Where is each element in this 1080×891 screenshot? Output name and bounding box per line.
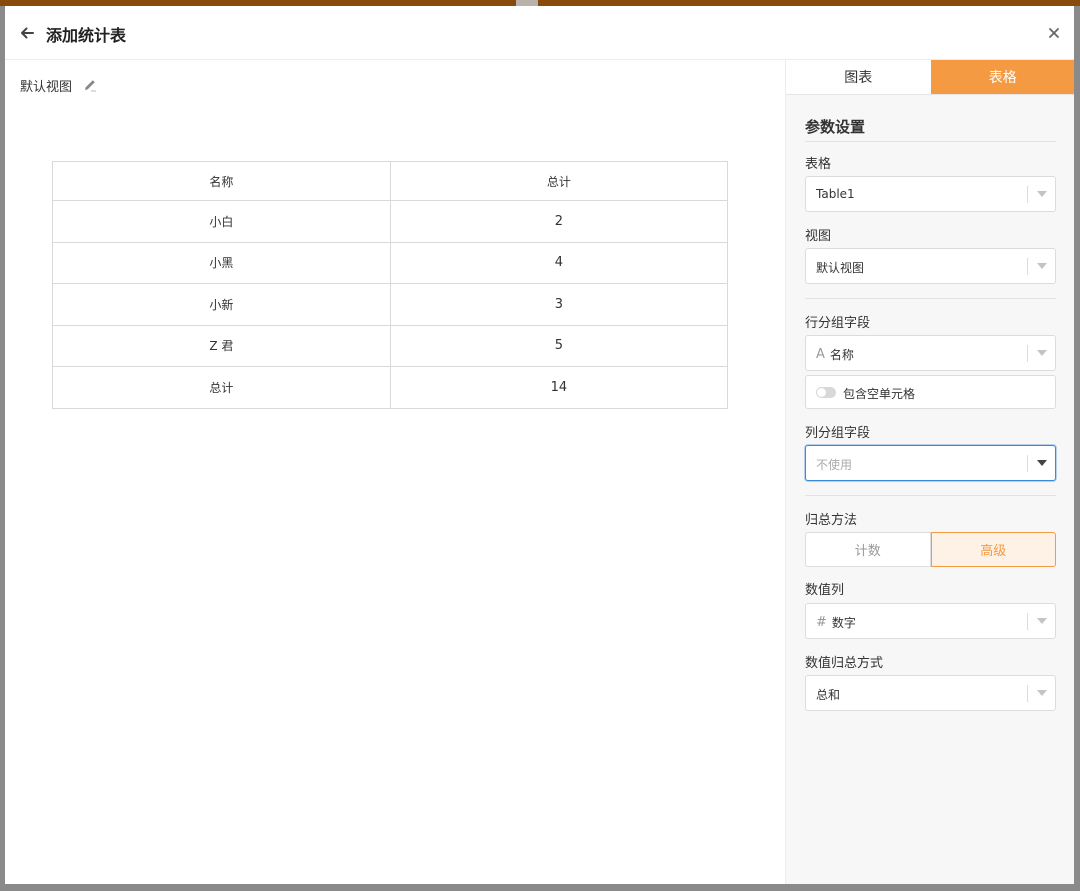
view-select[interactable]: 默认视图: [805, 248, 1056, 284]
dialog-header: 添加统计表: [5, 6, 1074, 60]
tab-table[interactable]: 表格: [930, 60, 1074, 94]
cell-name: 总计: [52, 366, 391, 409]
chevron-down-icon: [1037, 191, 1047, 197]
table-row-total: 总计 14: [52, 366, 729, 409]
table-select-value: Table1: [816, 187, 855, 201]
table-row: 小白 2: [52, 200, 729, 243]
panel-tabs: 图表 表格: [786, 60, 1074, 95]
row-group-select[interactable]: A 名称: [805, 335, 1056, 371]
column-group-select[interactable]: 不使用: [805, 445, 1056, 481]
tab-chart[interactable]: 图表: [786, 60, 931, 94]
value-column-select[interactable]: # 数字: [805, 603, 1056, 639]
divider: [805, 495, 1056, 496]
pencil-icon[interactable]: [82, 77, 98, 93]
cell-total: 4: [389, 241, 729, 284]
toggle-knob: [817, 388, 826, 397]
value-summary-select-value: 总和: [816, 688, 841, 702]
table-header-row: 名称 总计: [52, 161, 729, 201]
column-header-name: 名称: [52, 161, 391, 201]
column-group-label: 列分组字段: [805, 426, 871, 441]
text-type-icon: A: [816, 347, 825, 362]
view-selector: 默认视图: [20, 75, 98, 95]
back-arrow-icon[interactable]: [18, 24, 36, 42]
select-divider: [1027, 345, 1028, 362]
summary-method-label: 归总方法: [805, 513, 858, 528]
table-row: 小黑 4: [52, 241, 729, 284]
view-select-value: 默认视图: [816, 261, 865, 275]
cell-name: Z 君: [52, 324, 391, 367]
select-divider: [1027, 258, 1028, 275]
view-name: 默认视图: [20, 79, 73, 95]
add-stats-table-dialog: 添加统计表 默认视图 名称 总计 小白 2 小黑 4 小新 3 Z 君 5 总计…: [5, 6, 1074, 884]
settings-panel: 图表 表格 参数设置 表格 Table1 视图 默认视图 行分组字段 A 名称: [785, 60, 1074, 884]
include-empty-label: 包含空单元格: [843, 387, 916, 401]
table-select[interactable]: Table1: [805, 176, 1056, 212]
select-divider: [1027, 455, 1028, 472]
divider: [805, 141, 1056, 142]
section-title: 参数设置: [805, 118, 866, 136]
summary-method-toggle: 计数 高级: [805, 532, 1056, 567]
include-empty-option: 包含空单元格: [805, 375, 1056, 409]
cell-total: 14: [389, 366, 729, 409]
number-type-icon: #: [816, 615, 827, 630]
row-group-value-text: 名称: [829, 348, 854, 362]
include-empty-toggle[interactable]: [816, 387, 836, 398]
cell-total: 3: [389, 283, 729, 326]
chevron-down-icon: [1037, 690, 1047, 696]
dialog-title: 添加统计表: [46, 26, 127, 45]
column-group-placeholder: 不使用: [816, 458, 853, 472]
cell-total: 2: [389, 200, 729, 243]
select-divider: [1027, 186, 1028, 203]
select-divider: [1027, 613, 1028, 630]
summary-count-button[interactable]: 计数: [805, 532, 931, 567]
value-summary-label: 数值归总方式: [805, 656, 884, 671]
close-icon[interactable]: [1046, 25, 1062, 41]
chevron-down-icon: [1037, 263, 1047, 269]
column-header-total: 总计: [389, 161, 729, 201]
value-summary-select[interactable]: 总和: [805, 675, 1056, 711]
view-field-label: 视图: [805, 229, 832, 244]
cell-name: 小白: [52, 200, 391, 243]
summary-advanced-button[interactable]: 高级: [930, 532, 1056, 567]
divider: [805, 298, 1056, 299]
cell-name: 小新: [52, 283, 391, 326]
table-row: 小新 3: [52, 283, 729, 326]
row-group-label: 行分组字段: [805, 316, 871, 331]
chevron-down-icon: [1037, 350, 1047, 356]
table-row: Z 君 5: [52, 324, 729, 367]
stats-table: 名称 总计 小白 2 小黑 4 小新 3 Z 君 5 总计 14: [52, 161, 729, 409]
value-column-label: 数值列: [805, 583, 845, 598]
table-field-label: 表格: [805, 157, 832, 172]
row-group-select-value: A 名称: [816, 346, 854, 363]
value-column-select-value: # 数字: [816, 614, 856, 631]
chevron-down-icon: [1037, 618, 1047, 624]
chevron-down-icon: [1037, 460, 1047, 466]
select-divider: [1027, 685, 1028, 702]
cell-total: 5: [389, 324, 729, 367]
value-column-value-text: 数字: [831, 616, 856, 630]
cell-name: 小黑: [52, 241, 391, 284]
